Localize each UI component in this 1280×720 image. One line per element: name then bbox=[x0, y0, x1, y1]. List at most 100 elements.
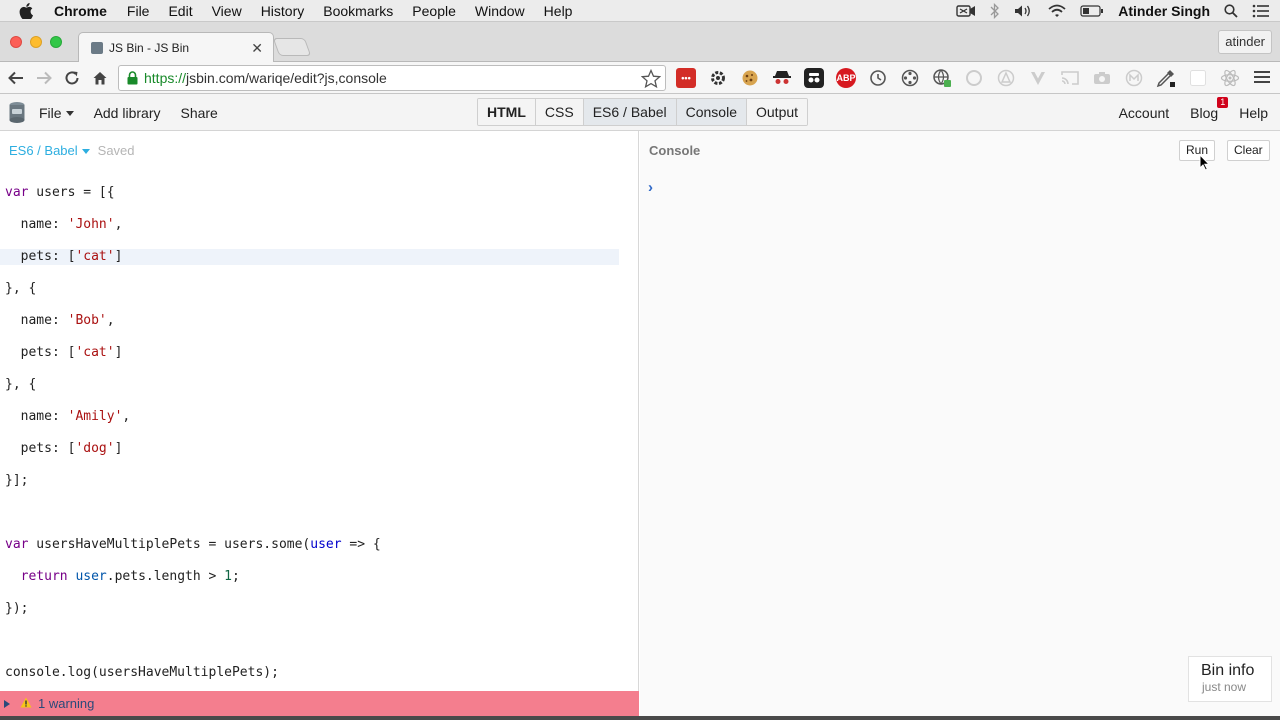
window-close-button[interactable] bbox=[10, 36, 22, 48]
menu-view[interactable]: View bbox=[212, 3, 242, 19]
battery-icon[interactable] bbox=[1080, 5, 1104, 17]
home-icon[interactable] bbox=[90, 68, 110, 88]
code-editor[interactable]: var users = [{ name: 'John', pets: ['cat… bbox=[0, 169, 619, 713]
blog-notification-badge: 1 bbox=[1217, 96, 1229, 108]
bookmark-star-icon[interactable] bbox=[640, 68, 662, 92]
mac-menubar: Chrome File Edit View History Bookmarks … bbox=[0, 0, 1280, 22]
expand-triangle-icon bbox=[4, 699, 10, 708]
jsbin-header: File Add library Share HTML CSS ES6 / Ba… bbox=[0, 94, 1280, 131]
menu-file[interactable]: File bbox=[127, 3, 150, 19]
panel-toggle-css[interactable]: CSS bbox=[535, 99, 584, 125]
window-bottom-edge bbox=[0, 716, 1280, 720]
lastpass-icon[interactable]: ••• bbox=[676, 68, 696, 88]
address-bar[interactable]: https://jsbin.com/wariqe/edit?js,console bbox=[118, 65, 666, 91]
menu-app-chrome[interactable]: Chrome bbox=[54, 3, 107, 19]
menu-people[interactable]: People bbox=[412, 3, 456, 19]
file-menu[interactable]: File bbox=[39, 105, 74, 121]
warning-status-bar[interactable]: 1 warning bbox=[0, 691, 639, 716]
account-link[interactable]: Account bbox=[1119, 105, 1170, 121]
forward-icon[interactable] bbox=[34, 68, 54, 88]
chevron-down-icon bbox=[65, 111, 74, 117]
mouse-cursor-icon bbox=[1199, 153, 1211, 176]
window-minimize-button[interactable] bbox=[30, 36, 42, 48]
editor-language-selector[interactable]: ES6 / Babel Saved bbox=[9, 143, 135, 158]
help-link[interactable]: Help bbox=[1239, 105, 1268, 121]
window-maximize-button[interactable] bbox=[50, 36, 62, 48]
tab-strip: JS Bin - JS Bin ✕ atinder bbox=[0, 22, 1280, 62]
code-line: name: 'Bob', bbox=[5, 313, 115, 328]
browser-toolbar: https://jsbin.com/wariqe/edit?js,console… bbox=[0, 62, 1280, 94]
profile-button[interactable]: atinder bbox=[1218, 30, 1272, 54]
circle-icon[interactable] bbox=[964, 68, 984, 88]
code-line-active: pets: ['cat'] bbox=[0, 249, 619, 265]
js-editor-panel: ES6 / Babel Saved var users = [{ name: 'J… bbox=[0, 131, 639, 691]
volume-icon[interactable] bbox=[1014, 4, 1034, 18]
triangle-icon[interactable] bbox=[996, 68, 1016, 88]
code-line: name: 'John', bbox=[5, 217, 123, 232]
spy-icon[interactable] bbox=[772, 68, 792, 88]
menu-bookmarks[interactable]: Bookmarks bbox=[323, 3, 393, 19]
globe-icon[interactable] bbox=[932, 68, 952, 88]
wifi-icon[interactable] bbox=[1048, 4, 1066, 18]
console-prompt[interactable]: › bbox=[648, 179, 653, 196]
menu-edit[interactable]: Edit bbox=[168, 3, 192, 19]
react-icon[interactable] bbox=[1220, 68, 1240, 88]
m-icon[interactable] bbox=[1124, 68, 1144, 88]
bin-info-time: just now bbox=[1202, 680, 1247, 694]
panel-toggle-output[interactable]: Output bbox=[747, 99, 808, 125]
panel-toggle-console[interactable]: Console bbox=[676, 99, 747, 125]
back-icon[interactable] bbox=[6, 68, 26, 88]
adblock-icon[interactable]: ABP bbox=[836, 68, 856, 88]
reload-icon[interactable] bbox=[62, 68, 82, 88]
secure-lock-icon[interactable] bbox=[127, 71, 138, 85]
blog-link[interactable]: Blog 1 bbox=[1190, 96, 1229, 121]
code-line: }, { bbox=[5, 281, 37, 296]
menu-window[interactable]: Window bbox=[475, 3, 525, 19]
panel-toggle-es6-babel[interactable]: ES6 / Babel bbox=[583, 99, 677, 125]
notification-center-icon[interactable] bbox=[1252, 4, 1270, 18]
bluetooth-icon[interactable] bbox=[990, 3, 1000, 19]
jsbin-logo-icon[interactable] bbox=[9, 101, 25, 123]
menu-history[interactable]: History bbox=[261, 3, 305, 19]
file-menu-label: File bbox=[39, 104, 62, 121]
browser-tab-active[interactable]: JS Bin - JS Bin ✕ bbox=[78, 32, 274, 62]
chrome-menu-icon[interactable] bbox=[1254, 70, 1270, 89]
square-icon[interactable] bbox=[1188, 68, 1208, 88]
console-title: Console bbox=[649, 143, 701, 158]
window-controls bbox=[10, 36, 62, 48]
cookie-icon[interactable] bbox=[740, 68, 760, 88]
editor-language: ES6 / Babel bbox=[9, 143, 78, 158]
spotlight-search-icon[interactable] bbox=[1224, 4, 1238, 18]
chevron-down-icon bbox=[81, 149, 90, 155]
panel-toggle-html[interactable]: HTML bbox=[478, 99, 536, 125]
share-button[interactable]: Share bbox=[180, 105, 217, 121]
facetime-icon[interactable] bbox=[956, 4, 976, 18]
menu-help[interactable]: Help bbox=[544, 3, 573, 19]
film-icon[interactable] bbox=[900, 68, 920, 88]
camera-icon[interactable] bbox=[1092, 68, 1112, 88]
code-line: console.log(usersHaveMultiplePets); bbox=[5, 665, 279, 680]
user-name[interactable]: Atinder Singh bbox=[1118, 3, 1210, 19]
bin-info-title: Bin info bbox=[1201, 662, 1255, 679]
code-line: name: 'Amily', bbox=[5, 409, 131, 424]
clear-button[interactable]: Clear bbox=[1227, 140, 1270, 161]
jsbin-favicon-icon bbox=[91, 41, 103, 54]
new-tab-button[interactable] bbox=[272, 38, 312, 56]
tab-title: JS Bin - JS Bin bbox=[109, 40, 190, 55]
gear-icon[interactable] bbox=[708, 68, 728, 88]
menubar-status-area: Atinder Singh bbox=[956, 0, 1270, 22]
add-library-button[interactable]: Add library bbox=[94, 105, 161, 121]
tab-close-icon[interactable]: ✕ bbox=[251, 40, 263, 57]
cast-icon[interactable] bbox=[1060, 68, 1080, 88]
console-panel: Console Run Clear › Bin info just now bbox=[640, 131, 1280, 716]
eyedropper-icon[interactable] bbox=[1156, 68, 1176, 88]
refresh-ext-icon[interactable] bbox=[868, 68, 888, 88]
bin-info-panel[interactable]: Bin info just now bbox=[1188, 656, 1272, 702]
incognito-icon[interactable] bbox=[804, 68, 824, 88]
v-icon[interactable] bbox=[1028, 68, 1048, 88]
apple-icon[interactable] bbox=[19, 2, 37, 19]
code-line: var users = [{ bbox=[5, 185, 115, 200]
saved-status: Saved bbox=[97, 143, 135, 158]
